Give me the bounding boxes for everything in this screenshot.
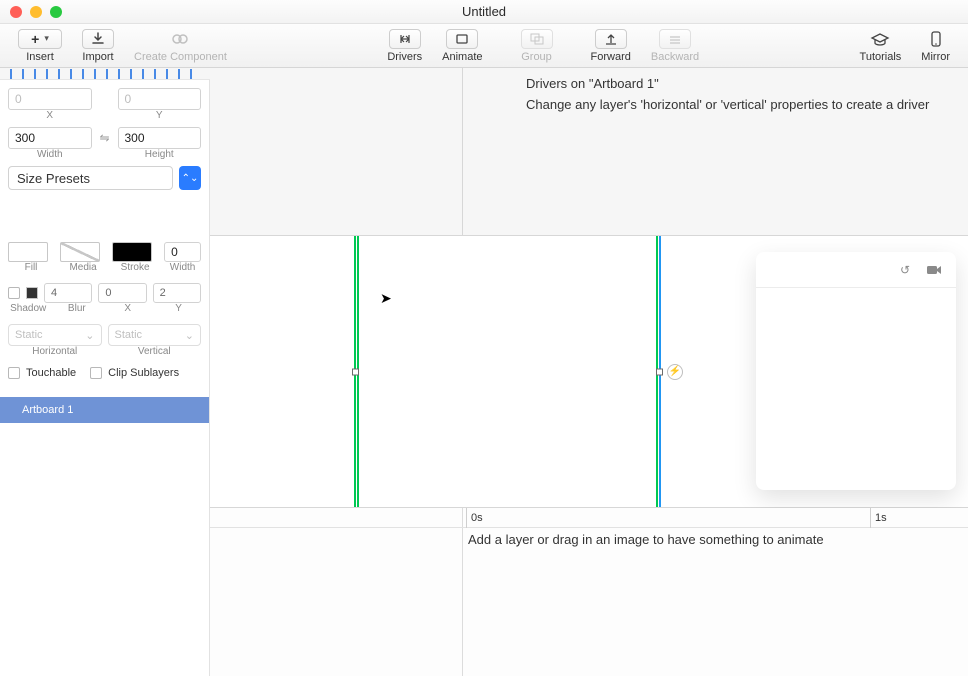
size-presets-caret[interactable]: ⌃⌄ — [179, 166, 201, 190]
timeline-empty-hint: Add a layer or drag in an image to have … — [468, 532, 824, 547]
align-center-v-button[interactable] — [106, 69, 120, 79]
shadow-enable-checkbox[interactable] — [8, 287, 20, 299]
width-input[interactable]: 300 — [8, 127, 92, 149]
shadow-y-label: Y — [156, 303, 201, 314]
drivers-panel: Drivers on "Artboard 1" Change any layer… — [210, 68, 968, 236]
y-label: Y — [118, 110, 202, 121]
resize-handle-right[interactable] — [656, 368, 663, 375]
timeline-tick-1s: 1s — [870, 508, 887, 528]
drivers-button[interactable]: Drivers — [377, 29, 432, 63]
align-left-button[interactable] — [10, 69, 24, 79]
drivers-label: Drivers — [387, 51, 422, 63]
fill-swatch[interactable] — [8, 242, 48, 262]
touchable-checkbox[interactable]: Touchable — [8, 367, 76, 379]
stroke-swatch[interactable] — [112, 242, 152, 262]
timeline-panel: 0s 1s Add a layer or drag in an image to… — [210, 508, 968, 676]
x-label: X — [8, 110, 92, 121]
vertical-mode-select[interactable]: Static⌄ — [108, 324, 202, 346]
mirror-button[interactable]: Mirror — [911, 29, 960, 63]
window-title: Untitled — [0, 4, 968, 19]
height-label: Height — [118, 149, 202, 160]
horizontal-label: Horizontal — [8, 346, 102, 357]
shadow-label: Shadow — [8, 303, 48, 314]
insert-label: Insert — [26, 51, 54, 63]
stroke-label: Stroke — [112, 262, 158, 273]
size-presets-select[interactable]: Size Presets — [8, 166, 173, 190]
mirror-label: Mirror — [921, 51, 950, 63]
backward-button[interactable]: Backward — [641, 29, 709, 63]
undo-icon[interactable]: ↺ — [900, 263, 910, 277]
shadow-y-input[interactable]: 2 — [153, 283, 201, 303]
create-component-button[interactable]: Create Component — [124, 29, 237, 63]
shadow-x-label: X — [105, 303, 150, 314]
inspector-panel: 0 0 XY 300 ⇋ 300 WidthHeight Size Preset… — [0, 80, 210, 676]
width-label: Width — [8, 149, 92, 160]
clip-sublayers-checkbox[interactable]: Clip Sublayers — [90, 367, 179, 379]
tutorials-label: Tutorials — [860, 51, 902, 63]
x-input[interactable]: 0 — [8, 88, 92, 110]
lightning-icon[interactable]: ⚡ — [667, 364, 683, 380]
main-toolbar: +▾ Insert Import Create Component Driver… — [0, 24, 968, 68]
blur-input[interactable]: 4 — [44, 283, 92, 303]
group-label: Group — [521, 51, 552, 63]
insert-button[interactable]: +▾ Insert — [8, 29, 72, 63]
stroke-width-label: Width — [164, 262, 201, 273]
import-label: Import — [82, 51, 113, 63]
group-button[interactable]: Group — [511, 29, 563, 63]
distribute-v-button[interactable] — [178, 69, 192, 79]
blur-label: Blur — [54, 303, 99, 314]
y-input[interactable]: 0 — [118, 88, 202, 110]
height-input[interactable]: 300 — [118, 127, 202, 149]
align-bottom-button[interactable] — [130, 69, 144, 79]
forward-button[interactable]: Forward — [581, 29, 641, 63]
canvas[interactable]: ⚡ ➤ ↺ — [210, 236, 968, 508]
titlebar: Untitled — [0, 0, 968, 24]
stroke-width-input[interactable]: 0 — [164, 242, 201, 262]
shadow-x-input[interactable]: 0 — [98, 283, 146, 303]
preview-window: ↺ — [756, 252, 956, 490]
vertical-label: Vertical — [108, 346, 202, 357]
animate-button[interactable]: Animate — [432, 29, 492, 63]
timeline-ruler[interactable]: 0s 1s — [210, 508, 968, 528]
record-icon[interactable] — [926, 264, 942, 276]
resize-handle-left[interactable] — [352, 368, 359, 375]
drivers-title: Drivers on "Artboard 1" — [526, 76, 929, 91]
tutorials-button[interactable]: Tutorials — [850, 29, 912, 63]
backward-label: Backward — [651, 51, 699, 63]
layer-item-artboard-1[interactable]: Artboard 1 — [0, 397, 209, 423]
media-swatch[interactable] — [60, 242, 100, 262]
horizontal-mode-select[interactable]: Static⌄ — [8, 324, 102, 346]
shadow-color-swatch[interactable] — [26, 287, 38, 299]
create-component-label: Create Component — [134, 51, 227, 63]
main-area: Drivers on "Artboard 1" Change any layer… — [210, 68, 968, 676]
import-button[interactable]: Import — [72, 29, 124, 63]
fill-label: Fill — [8, 262, 54, 273]
link-dimensions-icon[interactable]: ⇋ — [98, 131, 112, 145]
forward-label: Forward — [591, 51, 631, 63]
artboard[interactable]: ⚡ — [354, 236, 661, 507]
drivers-hint: Change any layer's 'horizontal' or 'vert… — [526, 97, 929, 112]
distribute-h-button[interactable] — [154, 69, 168, 79]
animate-label: Animate — [442, 51, 482, 63]
cursor-icon: ➤ — [380, 290, 392, 307]
timeline-tick-0s: 0s — [466, 508, 483, 528]
align-top-button[interactable] — [82, 69, 96, 79]
align-right-button[interactable] — [58, 69, 72, 79]
media-label: Media — [60, 262, 106, 273]
align-center-h-button[interactable] — [34, 69, 48, 79]
graduation-cap-icon — [870, 32, 890, 46]
phone-icon — [929, 31, 943, 47]
